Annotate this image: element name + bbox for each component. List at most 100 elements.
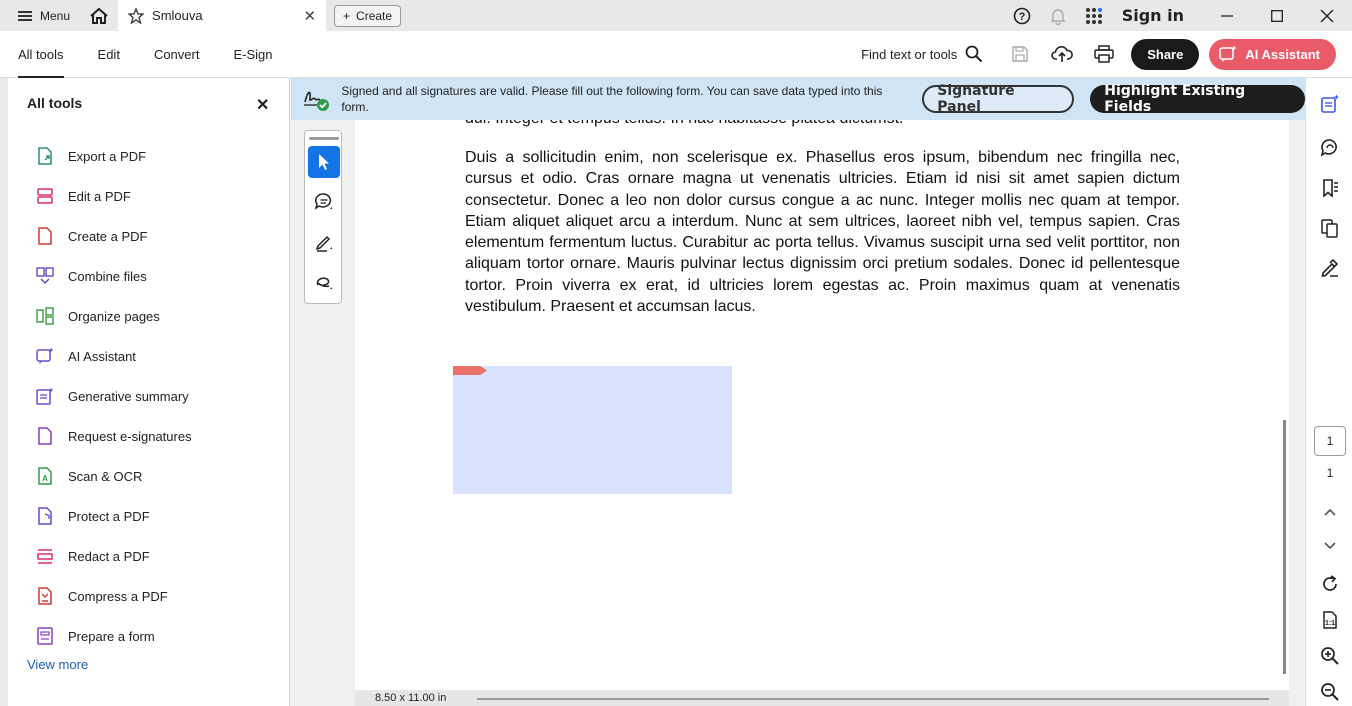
right-rail: 1 1 1:1	[1305, 78, 1352, 706]
ai-assistant-icon	[36, 347, 54, 365]
plus-icon: +	[343, 8, 351, 23]
current-page-input[interactable]: 1	[1314, 426, 1346, 456]
menu-button[interactable]: Menu	[0, 0, 80, 31]
close-panel-icon[interactable]: ✕	[256, 95, 269, 115]
tool-list: Export a PDF Edit a PDF Create a PDF Combin…	[36, 136, 192, 656]
view-more-link[interactable]: View more	[27, 657, 88, 672]
signature-notification-bar: Signed and all signatures are valid. Ple…	[291, 78, 1306, 120]
close-tab-icon[interactable]: ✕	[303, 7, 316, 25]
main-toolbar: All tools Edit Convert E-Sign Find text …	[0, 31, 1352, 78]
tool-item-label: Protect a PDF	[68, 508, 150, 524]
select-tool-button[interactable]	[308, 146, 340, 178]
document-paragraph: Duis a sollicitudin enim, non scelerisqu…	[465, 149, 1180, 316]
ai-summary-rail-icon[interactable]	[1318, 92, 1342, 116]
notifications-bell-icon[interactable]	[1040, 0, 1076, 31]
tool-item-label: Scan & OCR	[68, 468, 143, 484]
tool-item-label: Create a PDF	[68, 228, 148, 244]
find-text-or-tools[interactable]: Find text or tools	[861, 45, 999, 63]
tool-item-redact-pdf[interactable]: Redact a PDF	[36, 536, 192, 576]
ai-assistant-button[interactable]: AI Assistant	[1209, 38, 1336, 70]
tool-item-generative-summary[interactable]: Generative summary	[36, 376, 192, 416]
tool-item-compress-pdf[interactable]: Compress a PDF	[36, 576, 192, 616]
tool-item-request-esignatures[interactable]: Request e-signatures	[36, 416, 192, 456]
freehand-draw-icon	[316, 277, 332, 289]
svg-text:1:1: 1:1	[1325, 620, 1335, 627]
prepare-form-icon	[36, 627, 54, 645]
zoom-in-icon[interactable]	[1318, 644, 1342, 668]
fill-and-sign-rail-icon[interactable]	[1318, 256, 1342, 280]
generative-summary-icon	[36, 387, 54, 405]
actual-size-icon[interactable]: 1:1	[1318, 608, 1342, 632]
search-icon	[965, 45, 983, 63]
tool-item-edit-pdf[interactable]: Edit a PDF	[36, 176, 192, 216]
notification-text: Signed and all signatures are valid. Ple…	[341, 84, 883, 114]
vertical-scrollbar[interactable]	[1283, 420, 1286, 674]
next-page-icon[interactable]	[1318, 534, 1342, 558]
protect-pdf-icon	[36, 507, 54, 525]
window-close-button[interactable]	[1302, 0, 1352, 31]
compress-pdf-icon	[36, 587, 54, 605]
tool-item-label: Compress a PDF	[68, 588, 168, 604]
organize-pages-icon	[36, 307, 54, 325]
previous-page-icon[interactable]	[1318, 500, 1342, 524]
request-esignatures-icon	[36, 427, 54, 445]
draw-tool-button[interactable]	[308, 266, 340, 298]
highlight-pen-tool-button[interactable]	[308, 226, 340, 258]
tool-item-scan-ocr[interactable]: A Scan & OCR	[36, 456, 192, 496]
horizontal-scrollbar[interactable]	[477, 698, 1269, 700]
star-icon[interactable]	[128, 7, 145, 24]
zoom-out-icon[interactable]	[1318, 680, 1342, 704]
share-button[interactable]: Share	[1131, 38, 1200, 70]
signature-form-field[interactable]	[453, 366, 732, 494]
tab-convert[interactable]: Convert	[154, 31, 200, 78]
help-icon[interactable]: ?	[1004, 0, 1040, 31]
minimize-button[interactable]	[1202, 0, 1252, 31]
rotate-icon[interactable]	[1318, 572, 1342, 596]
export-pdf-icon	[36, 147, 54, 165]
tab-edit[interactable]: Edit	[98, 31, 120, 78]
scan-ocr-icon: A	[36, 467, 54, 485]
tool-item-combine-files[interactable]: Combine files	[36, 256, 192, 296]
title-bar: Menu Smlouva ✕ + Create ? Sign in	[0, 0, 1352, 31]
tool-item-protect-pdf[interactable]: Protect a PDF	[36, 496, 192, 536]
signature-panel-button[interactable]: Signature Panel	[922, 83, 1075, 115]
highlight-existing-fields-button[interactable]: Highlight Existing Fields	[1090, 83, 1306, 115]
comment-tool-button[interactable]	[308, 186, 340, 218]
tool-item-label: Export a PDF	[68, 148, 147, 164]
tool-item-export-pdf[interactable]: Export a PDF	[36, 136, 192, 176]
tab-e-sign[interactable]: E-Sign	[233, 31, 272, 78]
document-tab[interactable]: Smlouva ✕	[118, 0, 327, 31]
apps-grid-icon[interactable]	[1076, 0, 1112, 31]
page-thumbnails-rail-icon[interactable]	[1318, 216, 1342, 240]
comments-rail-icon[interactable]	[1318, 136, 1342, 160]
home-button[interactable]	[80, 0, 118, 31]
bookmarks-rail-icon[interactable]	[1318, 176, 1342, 200]
print-icon[interactable]	[1083, 31, 1125, 78]
tool-item-create-pdf[interactable]: Create a PDF	[36, 216, 192, 256]
tool-item-label: AI Assistant	[68, 348, 136, 364]
create-button[interactable]: + Create	[334, 4, 402, 27]
partial-text-line: dui. Integer et tempus tellus. In hac ha…	[465, 120, 1185, 128]
total-pages: 1	[1326, 466, 1334, 480]
all-tools-panel: All tools ✕ Export a PDF Edit a PDF Create…	[0, 78, 290, 706]
tool-item-label: Request e-signatures	[68, 428, 192, 444]
tool-item-ai-assistant[interactable]: AI Assistant	[36, 336, 192, 376]
save-icon[interactable]	[999, 31, 1041, 78]
sign-here-flag[interactable]	[453, 366, 487, 375]
panel-title: All tools	[27, 95, 83, 111]
drag-handle[interactable]	[309, 137, 339, 140]
sign-in-button[interactable]: Sign in	[1112, 6, 1202, 25]
upload-cloud-icon[interactable]	[1041, 31, 1083, 78]
create-label: Create	[356, 8, 393, 23]
maximize-button[interactable]	[1252, 0, 1302, 31]
panel-edge-strip	[0, 78, 8, 706]
cursor-arrow-icon	[319, 154, 329, 170]
tool-item-prepare-form[interactable]: Prepare a form	[36, 616, 192, 656]
pen-icon	[315, 235, 332, 252]
page-size-label: 8.50 x 11.00 in	[375, 692, 447, 704]
tab-all-tools[interactable]: All tools	[18, 31, 64, 78]
ai-assistant-label: AI Assistant	[1245, 46, 1320, 62]
tool-item-label: Generative summary	[68, 388, 189, 404]
tool-item-organize-pages[interactable]: Organize pages	[36, 296, 192, 336]
status-bar: 8.50 x 11.00 in	[355, 690, 1289, 706]
